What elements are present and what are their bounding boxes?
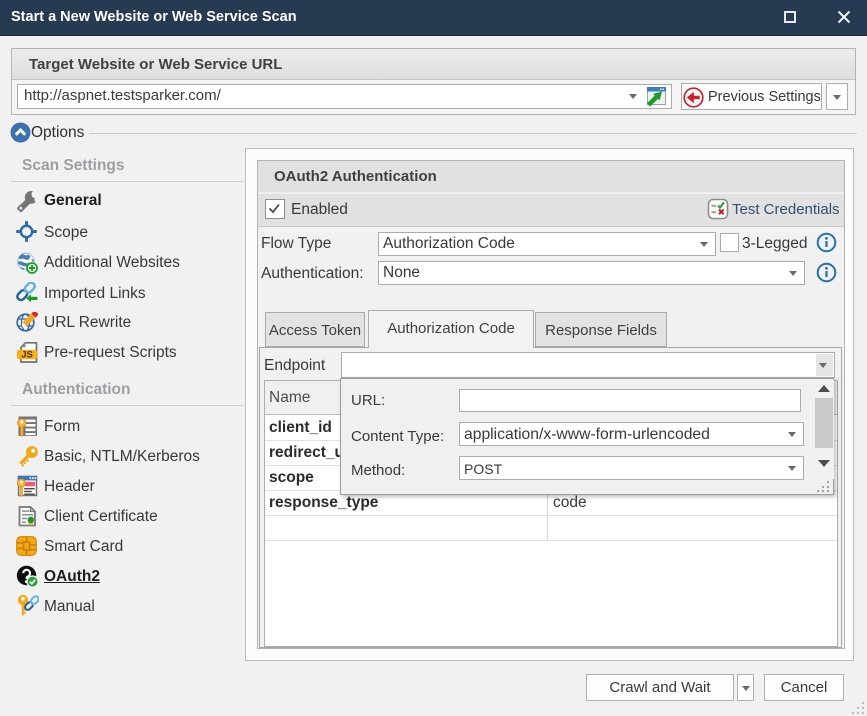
svg-text:JS: JS — [21, 349, 33, 360]
